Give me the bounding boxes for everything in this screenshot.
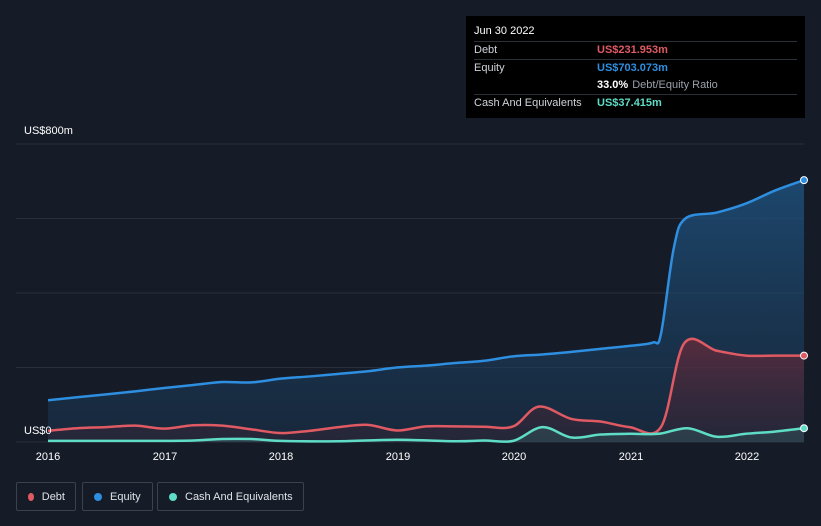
tooltip-date: Jun 30 2022 xyxy=(474,25,535,37)
tooltip-cash-label: Cash And Equivalents xyxy=(474,97,582,109)
chart-tooltip: Jun 30 2022 Debt US$231.953m Equity US$7… xyxy=(466,16,805,118)
x-tick-label: 2021 xyxy=(618,451,644,463)
tooltip-ratio-label: Debt/Equity Ratio xyxy=(632,79,718,91)
tooltip-row-cash: Cash And Equivalents US$37.415m xyxy=(474,94,797,112)
y-axis-top-label: US$800m xyxy=(24,125,73,137)
legend-label: Debt xyxy=(41,490,65,503)
x-tick-label: 2016 xyxy=(35,451,61,463)
debt-dot-icon xyxy=(28,492,34,501)
legend-label: Equity xyxy=(110,490,141,503)
legend-item-equity[interactable]: Equity xyxy=(82,482,153,511)
x-tick-label: 2017 xyxy=(152,451,178,463)
tooltip-debt-label: Debt xyxy=(474,44,498,56)
tooltip-equity-label: Equity xyxy=(474,62,505,74)
legend-item-cash[interactable]: Cash And Equivalents xyxy=(157,482,304,511)
tooltip-debt-value: US$231.953m xyxy=(597,44,668,56)
series-areas xyxy=(48,180,804,442)
equity-end-marker xyxy=(800,176,808,185)
cash-and-equivalents-end-marker xyxy=(800,424,808,433)
x-tick-label: 2018 xyxy=(268,451,294,463)
tooltip-row-equity: Equity US$703.073m xyxy=(474,59,797,77)
equity-dot-icon xyxy=(94,492,102,501)
x-tick-label: 2019 xyxy=(385,451,411,463)
legend-item-debt[interactable]: Debt xyxy=(16,482,76,511)
y-axis-zero-label: US$0 xyxy=(24,425,52,437)
tooltip-row-debt: Debt US$231.953m xyxy=(474,41,797,59)
legend-label: Cash And Equivalents xyxy=(185,490,293,503)
tooltip-equity-value: US$703.073m xyxy=(597,62,668,74)
tooltip-ratio-value: 33.0% xyxy=(597,79,629,91)
tooltip-cash-value: US$37.415m xyxy=(597,97,662,109)
x-tick-label: 2022 xyxy=(734,451,760,463)
x-tick-label: 2020 xyxy=(501,451,527,463)
cash-dot-icon xyxy=(169,492,177,501)
tooltip-row-ratio: 33.0% Debt/Equity Ratio xyxy=(474,77,797,94)
debt-end-marker xyxy=(800,351,808,360)
